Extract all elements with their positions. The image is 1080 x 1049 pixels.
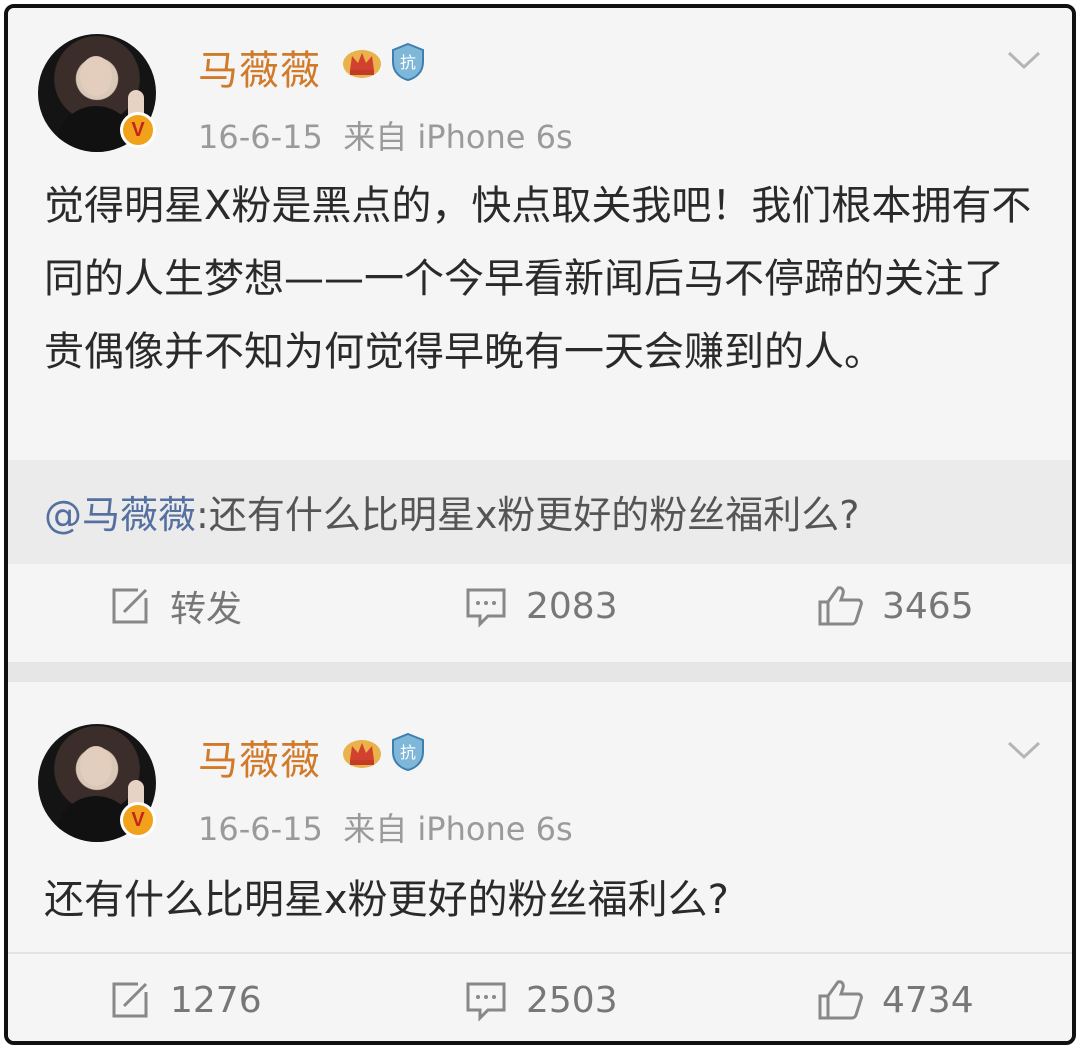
post-time: 16-6-15 — [198, 118, 323, 156]
quoted-post[interactable]: @马薇薇:还有什么比明星x粉更好的粉丝福利么? — [8, 460, 1072, 564]
verified-v-icon: V — [120, 802, 156, 838]
repost-icon — [112, 588, 148, 624]
author-name[interactable]: 马薇薇 — [198, 728, 321, 786]
crown-icon — [343, 740, 381, 768]
screenshot-frame: V 马薇薇 抗 16-6-15 来自 iPhone 6s 觉得明星X粉是黑点的，… — [4, 4, 1076, 1045]
mention-link[interactable]: @马薇薇 — [44, 493, 196, 537]
post-text: 还有什么比明星x粉更好的粉丝福利么? — [44, 877, 729, 923]
like-button[interactable]: 3465 — [816, 566, 974, 646]
comment-count: 2503 — [526, 979, 618, 1021]
like-icon — [818, 980, 863, 1020]
repost-button[interactable]: 1276 — [108, 960, 262, 1040]
like-count: 3465 — [882, 585, 974, 627]
repost-count: 1276 — [170, 979, 262, 1021]
post-separator — [8, 662, 1072, 682]
comment-icon — [466, 982, 506, 1022]
svg-text:抗: 抗 — [400, 743, 416, 762]
weibo-post: V 马薇薇 抗 16-6-15 来自 iPhone 6s 觉得明星X粉是黑点的，… — [8, 8, 1072, 662]
post-meta: 16-6-15 来自 iPhone 6s — [198, 804, 573, 850]
post-text: 觉得明星X粉是黑点的，快点取关我吧！我们根本拥有不同的人生梦想——一个今早看新闻… — [44, 183, 1032, 375]
like-count: 4734 — [882, 979, 974, 1021]
like-button[interactable]: 4734 — [816, 960, 974, 1040]
crown-icon — [343, 50, 381, 78]
comment-count: 2083 — [526, 585, 618, 627]
post-source[interactable]: 来自 iPhone 6s — [343, 118, 572, 156]
repost-icon — [112, 982, 148, 1018]
chevron-down-icon[interactable] — [1006, 738, 1042, 762]
post-time: 16-6-15 — [198, 810, 323, 848]
shield-badge-icon: 抗 — [392, 42, 424, 82]
like-icon — [818, 586, 863, 626]
repost-button[interactable]: 转发 — [108, 566, 242, 646]
author-name[interactable]: 马薇薇 — [198, 38, 321, 96]
quoted-text: :还有什么比明星x粉更好的粉丝福利么? — [196, 493, 860, 537]
post-source[interactable]: 来自 iPhone 6s — [343, 810, 572, 848]
comment-icon — [466, 588, 506, 628]
shield-badge-icon: 抗 — [392, 732, 424, 772]
svg-text:抗: 抗 — [400, 53, 416, 72]
comment-button[interactable]: 2083 — [464, 566, 618, 646]
action-bar: 1276 2503 4734 — [8, 960, 1072, 1040]
action-bar: 转发 2083 3465 — [8, 566, 1072, 646]
comment-button[interactable]: 2503 — [464, 960, 618, 1040]
verified-v-icon: V — [120, 112, 156, 148]
chevron-down-icon[interactable] — [1006, 48, 1042, 72]
post-meta: 16-6-15 来自 iPhone 6s — [198, 112, 573, 158]
divider — [8, 952, 1072, 954]
repost-label: 转发 — [170, 589, 243, 630]
weibo-post: V 马薇薇 抗 16-6-15 来自 iPhone 6s 还有什么比明星x粉更好… — [8, 682, 1072, 1041]
